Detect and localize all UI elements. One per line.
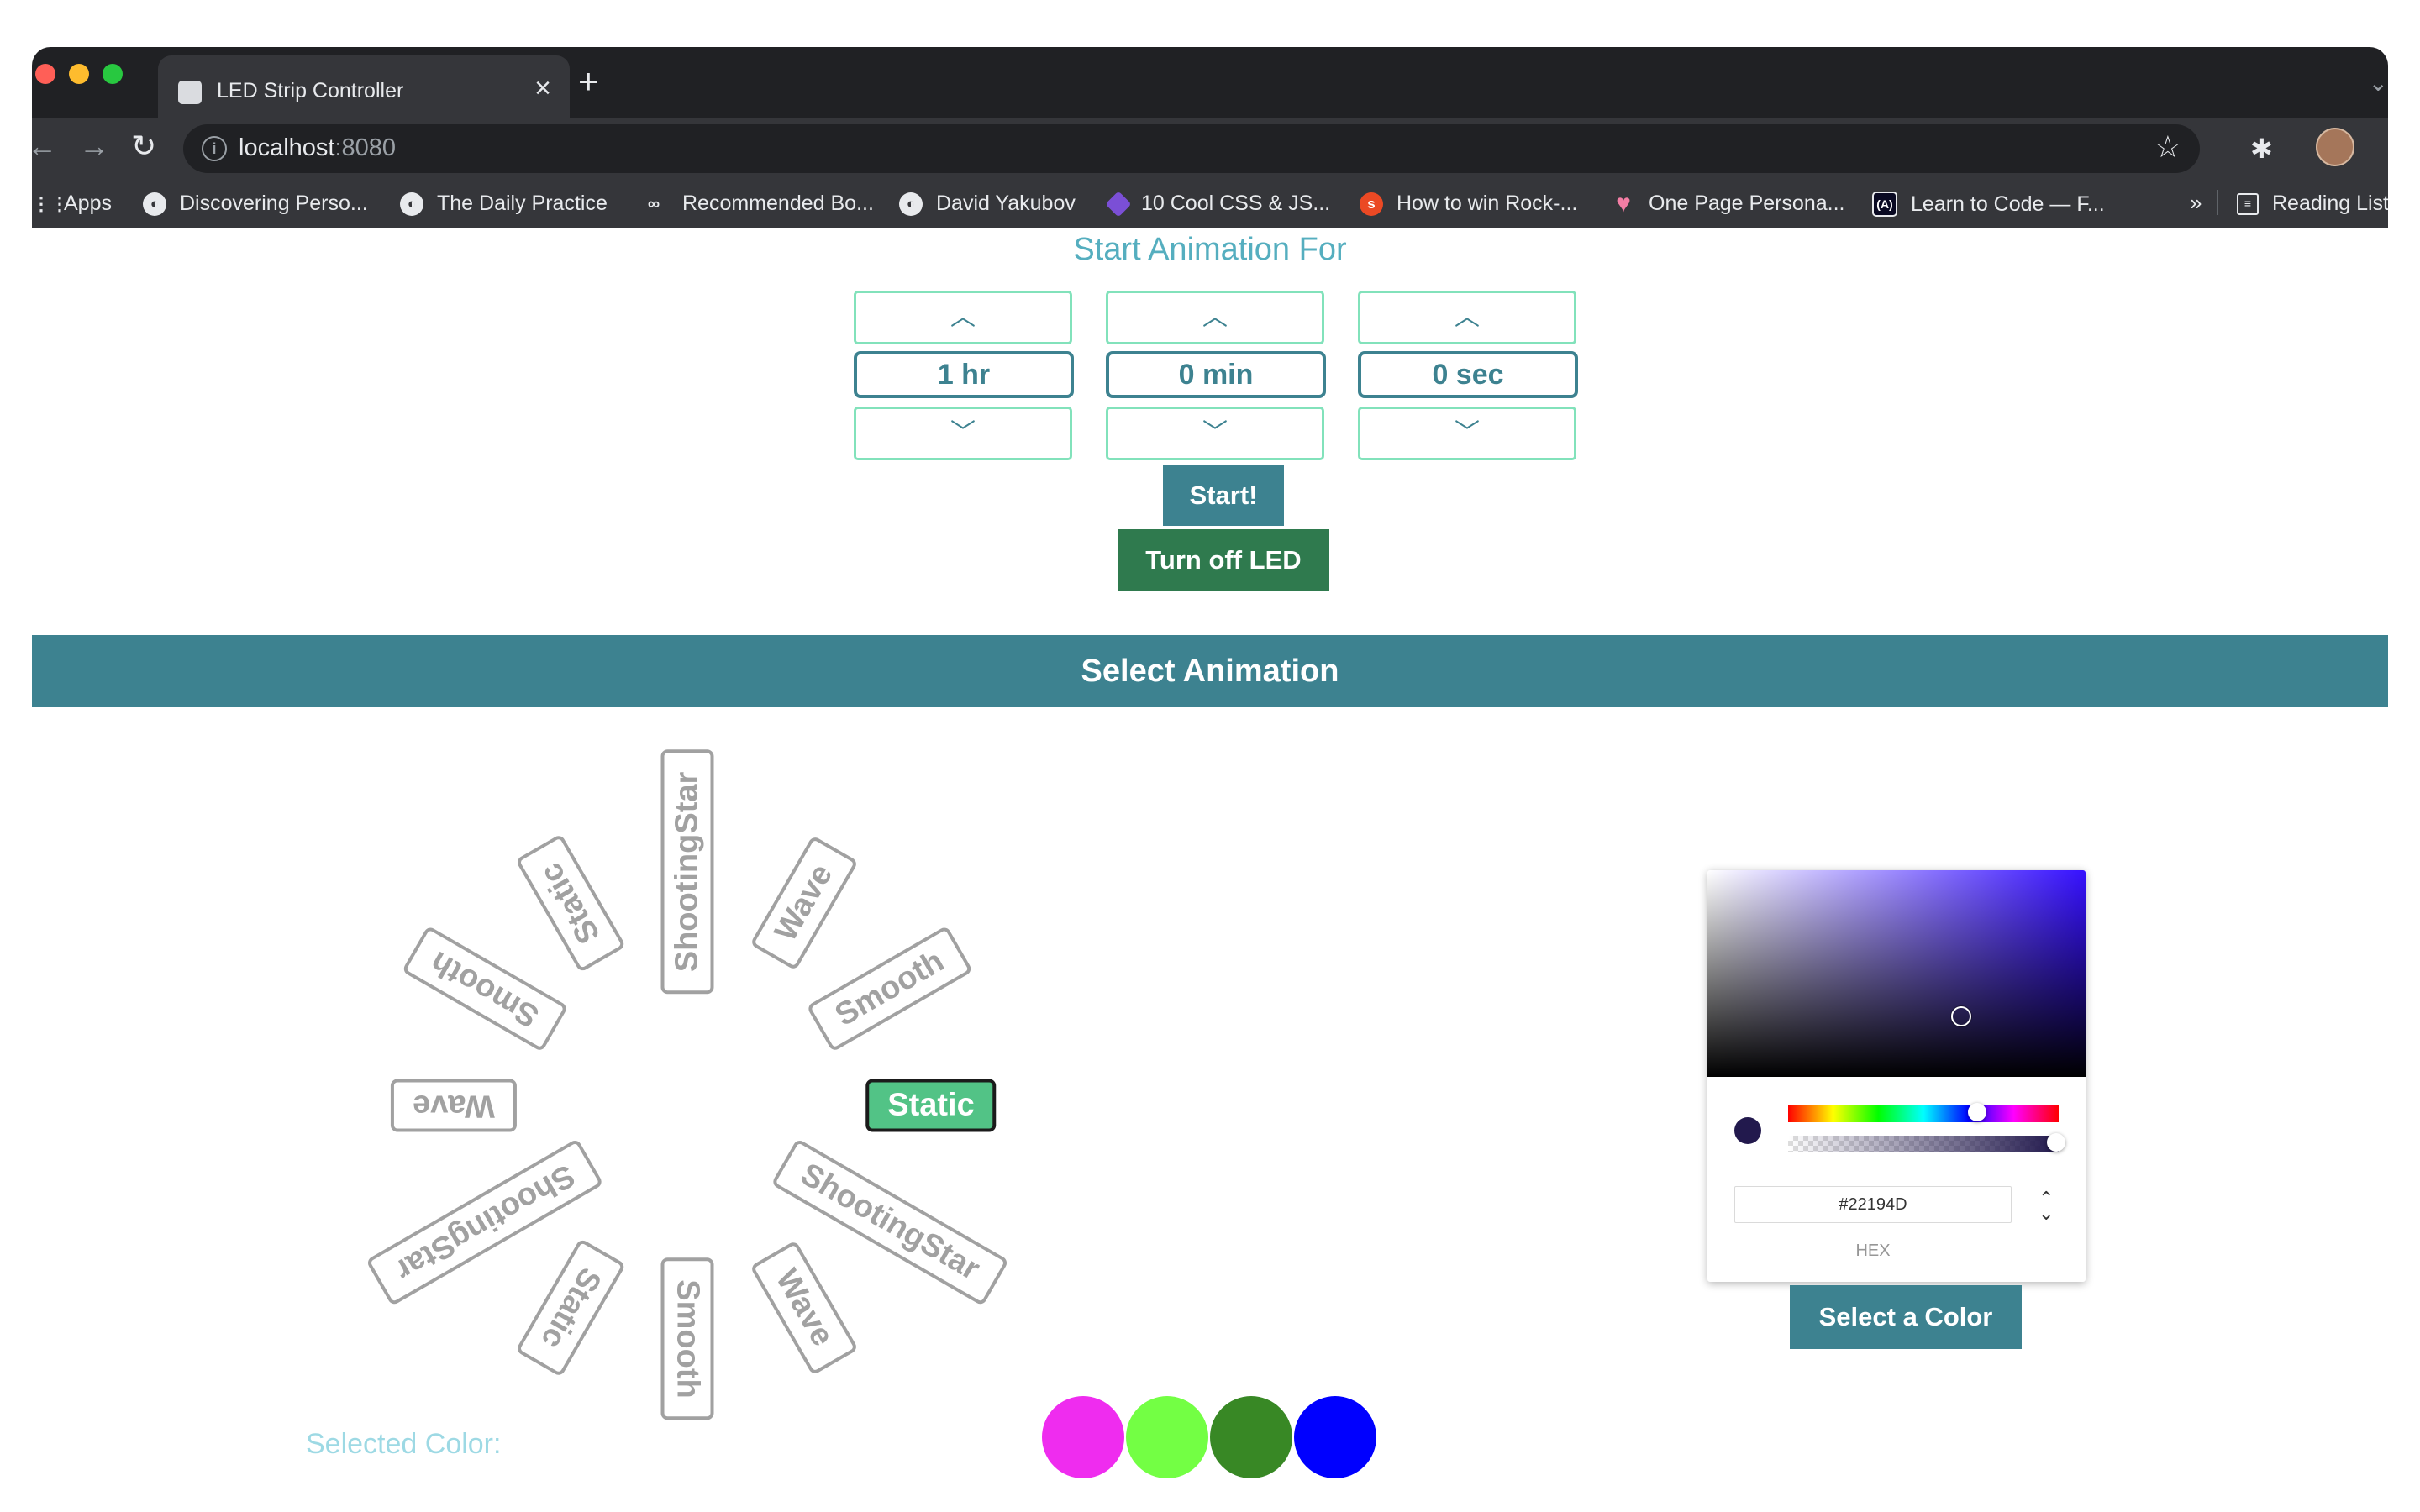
bookmark-label: Apps <box>64 192 112 215</box>
reload-icon[interactable]: ↻ <box>131 129 156 163</box>
bookmark-label: Learn to Code — F... <box>1911 192 2105 216</box>
color-preview-swatch <box>1734 1117 1761 1144</box>
timer-heading: Start Animation For <box>1073 232 1347 267</box>
url-port: :8080 <box>334 134 397 161</box>
site-info-icon[interactable]: i <box>202 136 227 161</box>
browser-window: LED Strip Controller × + ⌄ ← → ↻ i local… <box>32 47 2388 1512</box>
color-picker: HEX ⌃⌄ <box>1707 870 2086 1282</box>
hex-input[interactable] <box>1734 1186 2012 1223</box>
bookmark-one-page[interactable]: ♥ One Page Persona... <box>1612 189 1845 218</box>
bookmark-rock[interactable]: s How to win Rock-... <box>1360 192 1577 216</box>
globe-icon: ◐ <box>899 192 923 216</box>
code-icon: (A) <box>1872 192 1897 217</box>
hue-slider[interactable] <box>1788 1103 2059 1122</box>
bookmark-label: One Page Persona... <box>1649 192 1845 215</box>
apps-icon: ⋮⋮ <box>32 192 69 214</box>
more-bookmarks-icon[interactable]: » <box>2190 190 2202 216</box>
minutes-down-button[interactable]: ﹀ <box>1106 407 1324 460</box>
animation-option-smooth[interactable]: Smooth <box>806 925 974 1053</box>
bookmark-label: The Daily Practice <box>437 192 608 215</box>
page-content: Start Animation For ︿ 1 hr ﹀ ︿ 0 min ﹀ ︿… <box>32 228 2388 1512</box>
selected-color-label: Selected Color: <box>306 1428 502 1460</box>
animation-option-wave[interactable]: Wave <box>750 1240 859 1376</box>
back-icon[interactable]: ← <box>32 129 57 163</box>
bookmark-label: 10 Cool CSS & JS... <box>1141 192 1331 215</box>
navigation-bar: ← → ↻ i localhost:8080 ☆ ✱ ⋮ <box>32 118 2388 178</box>
bookmark-label: David Yakubov <box>936 192 1076 215</box>
address-bar[interactable]: i localhost:8080 ☆ <box>183 124 2200 173</box>
bookmark-discovering[interactable]: ◐ Discovering Perso... <box>143 192 368 216</box>
minutes-value: 0 min <box>1106 351 1326 398</box>
format-toggle-icon[interactable]: ⌃ ⌄ <box>2039 1189 2054 1223</box>
animation-option-smooth[interactable]: Smooth <box>401 925 569 1053</box>
bookmark-star-icon[interactable]: ☆ <box>2154 129 2181 165</box>
alpha-slider[interactable] <box>1788 1133 2065 1152</box>
seconds-down-button[interactable]: ﹀ <box>1358 407 1576 460</box>
new-tab-button[interactable]: + <box>578 64 599 99</box>
bookmark-learn-to-code[interactable]: (A) Learn to Code — F... <box>1872 192 2105 217</box>
animation-option-static[interactable]: Static <box>514 1237 627 1378</box>
animation-option-static[interactable]: Static <box>865 1079 997 1132</box>
reading-list-label: Reading List <box>2272 192 2388 215</box>
animation-option-wave[interactable]: Wave <box>391 1079 517 1132</box>
saturation-cursor[interactable] <box>1951 1006 1971 1026</box>
alpha-slider-handle[interactable] <box>2047 1133 2065 1152</box>
tab-search-chevron-icon[interactable]: ⌄ <box>2369 69 2388 97</box>
globe-icon: ◐ <box>400 192 424 216</box>
bookmark-label: Discovering Perso... <box>180 192 368 215</box>
menu-kebab-icon[interactable]: ⋮ <box>2376 129 2388 161</box>
animation-option-static[interactable]: Static <box>514 833 627 974</box>
stumble-icon: s <box>1360 192 1383 216</box>
bookmark-apps[interactable]: ⋮⋮ Apps <box>32 192 112 216</box>
url-text[interactable]: localhost:8080 <box>239 134 396 162</box>
selected-color-swatch[interactable] <box>1126 1396 1208 1478</box>
hue-slider-handle[interactable] <box>1968 1103 1986 1121</box>
close-tab-icon[interactable]: × <box>534 74 551 102</box>
hours-down-button[interactable]: ﹀ <box>854 407 1072 460</box>
url-host: localhost <box>239 134 335 161</box>
seconds-up-button[interactable]: ︿ <box>1358 291 1576 344</box>
tab-favicon-icon <box>178 81 202 104</box>
globe-icon: ◐ <box>143 192 166 216</box>
select-animation-bar: Select Animation <box>32 635 2388 707</box>
reading-list-icon: ≡ <box>2237 192 2259 215</box>
turn-off-led-button[interactable]: Turn off LED <box>1118 529 1329 591</box>
browser-tab[interactable]: LED Strip Controller × <box>158 55 570 126</box>
start-button[interactable]: Start! <box>1163 465 1284 526</box>
saturation-area[interactable] <box>1707 870 2086 1077</box>
heart-icon: ♥ <box>1616 189 1631 218</box>
close-window-dot[interactable] <box>35 64 55 84</box>
profile-avatar[interactable] <box>2316 128 2354 166</box>
selected-color-swatch[interactable] <box>1294 1396 1376 1478</box>
seconds-value: 0 sec <box>1358 351 1578 398</box>
hours-up-button[interactable]: ︿ <box>854 291 1072 344</box>
glasses-icon: ∞ <box>647 194 660 213</box>
bookmark-label: How to win Rock-... <box>1397 192 1578 215</box>
minutes-up-button[interactable]: ︿ <box>1106 291 1324 344</box>
reading-list[interactable]: ≡ Reading List <box>2237 192 2388 216</box>
animation-option-smooth[interactable]: Smooth <box>660 1257 714 1420</box>
css-icon <box>1105 190 1132 218</box>
maximize-window-dot[interactable] <box>103 64 123 84</box>
bookmark-david-yakubov[interactable]: ◐ David Yakubov <box>899 192 1076 216</box>
extensions-puzzle-icon[interactable]: ✱ <box>2250 133 2273 165</box>
animation-option-shootingstar[interactable]: ShootingStar <box>660 749 714 995</box>
bookmarks-bar: ⋮⋮ Apps ◐ Discovering Perso... ◐ The Dai… <box>32 178 2388 228</box>
select-color-button[interactable]: Select a Color <box>1790 1285 2022 1349</box>
forward-icon[interactable]: → <box>79 129 109 163</box>
bookmark-recommended[interactable]: ∞ Recommended Bo... <box>639 192 874 216</box>
minimize-window-dot[interactable] <box>69 64 89 84</box>
selected-color-swatch[interactable] <box>1210 1396 1292 1478</box>
bookmark-cool-css[interactable]: 10 Cool CSS & JS... <box>1105 190 1331 218</box>
hex-label: HEX <box>1855 1242 1891 1260</box>
selected-color-swatch[interactable] <box>1042 1396 1124 1478</box>
browser-chrome: LED Strip Controller × + ⌄ ← → ↻ i local… <box>32 47 2388 228</box>
animation-option-wave[interactable]: Wave <box>750 835 859 971</box>
bookmark-daily-practice[interactable]: ◐ The Daily Practice <box>400 192 608 216</box>
tab-title: LED Strip Controller <box>217 79 404 102</box>
hours-value: 1 hr <box>854 351 1074 398</box>
bookmarks-divider <box>2217 190 2218 215</box>
bookmark-label: Recommended Bo... <box>682 192 874 215</box>
